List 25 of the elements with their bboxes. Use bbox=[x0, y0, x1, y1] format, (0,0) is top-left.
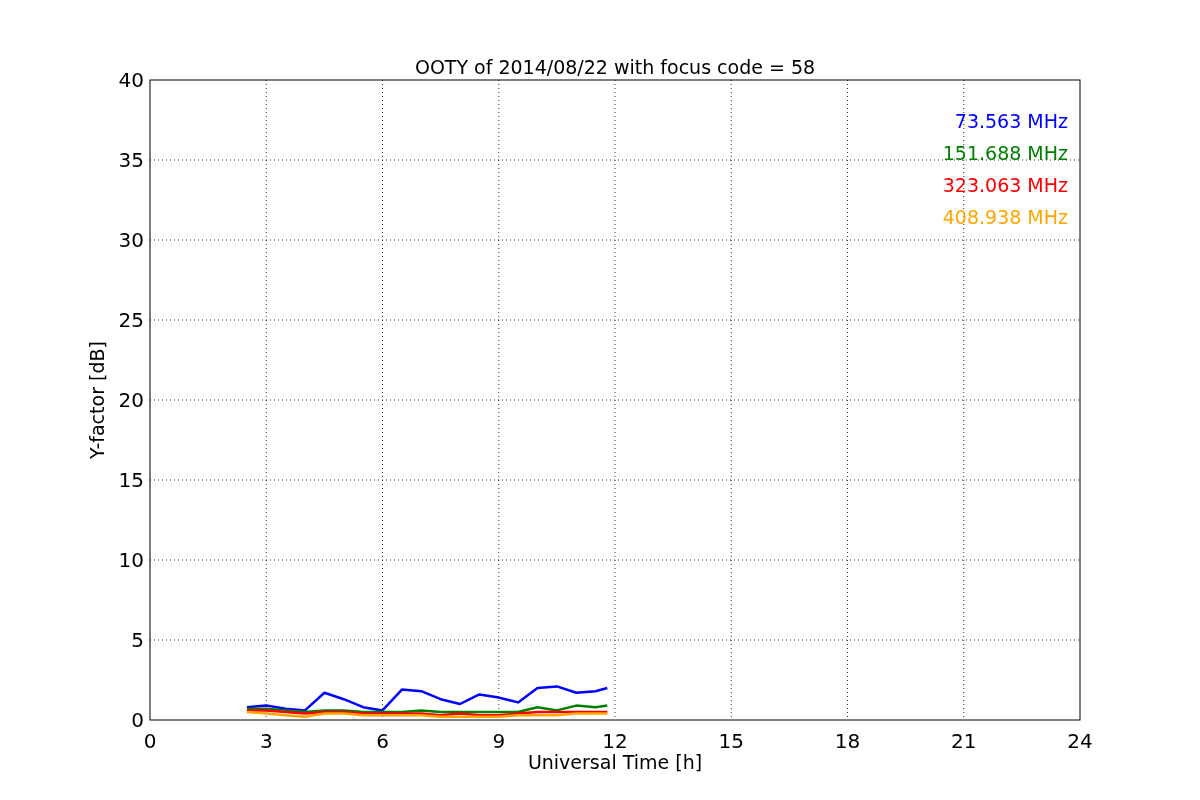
y-tick-label: 5 bbox=[131, 628, 144, 652]
legend-label: 323.063 MHz bbox=[942, 174, 1068, 196]
x-tick-label: 3 bbox=[259, 729, 273, 753]
x-axis-label: Universal Time [h] bbox=[527, 751, 703, 773]
x-tick-label: 0 bbox=[143, 729, 157, 753]
x-tick-label: 21 bbox=[951, 729, 977, 753]
y-tick-label: 20 bbox=[118, 388, 144, 412]
x-tick-label: 18 bbox=[834, 729, 861, 753]
x-tick-label: 6 bbox=[376, 729, 389, 753]
y-tick-label: 35 bbox=[118, 148, 144, 172]
y-tick-label: 10 bbox=[118, 548, 144, 572]
x-tick-label: 24 bbox=[1067, 729, 1093, 753]
legend-label: 151.688 MHz bbox=[942, 142, 1068, 164]
chart-title: OOTY of 2014/08/22 with focus code = 58 bbox=[414, 56, 816, 78]
x-tick-label: 15 bbox=[718, 729, 744, 753]
y-tick-label: 0 bbox=[131, 708, 144, 732]
x-tick-label: 9 bbox=[492, 729, 506, 753]
y-axis-label: Y-factor [dB] bbox=[86, 341, 108, 459]
y-tick-label: 30 bbox=[118, 228, 144, 252]
y-tick-label: 25 bbox=[118, 308, 144, 332]
y-tick-label: 15 bbox=[118, 468, 144, 492]
x-tick-label: 12 bbox=[602, 729, 628, 753]
legend-label: 408.938 MHz bbox=[942, 206, 1068, 228]
y-tick-label: 40 bbox=[118, 68, 144, 92]
legend-label: 73.563 MHz bbox=[954, 110, 1068, 132]
